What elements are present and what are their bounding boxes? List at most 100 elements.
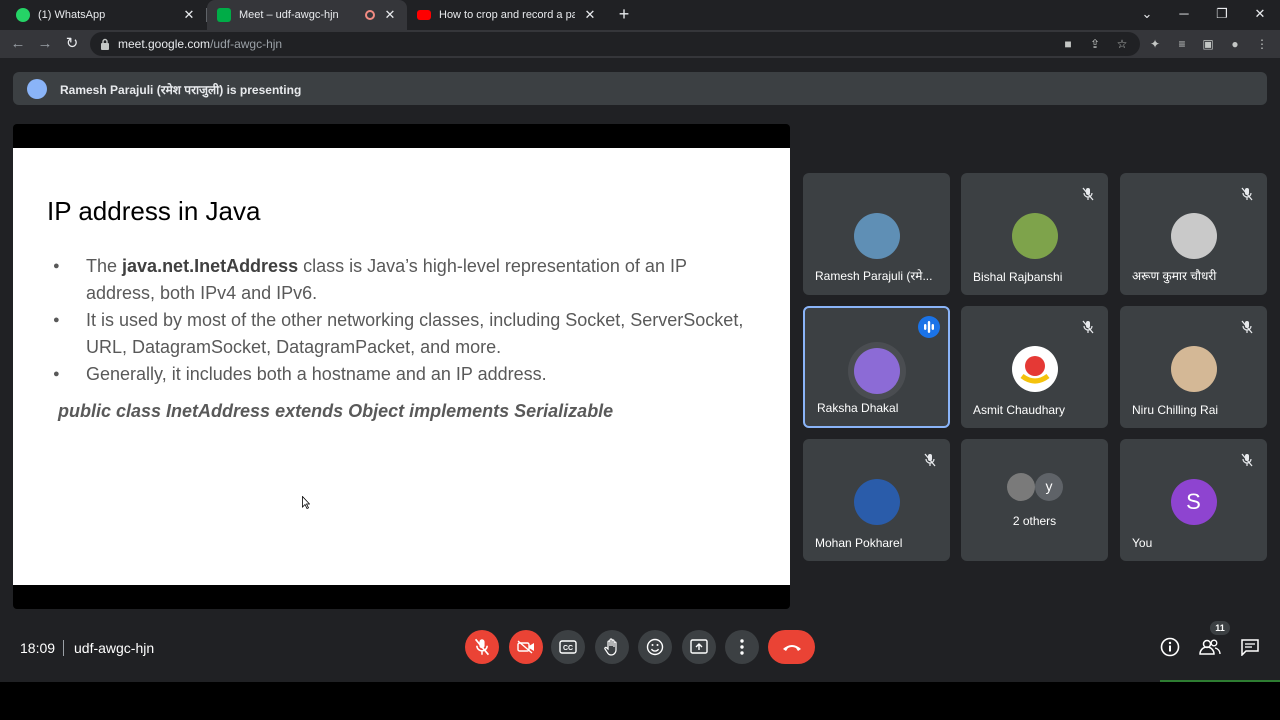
new-tab-button[interactable]: + [614, 4, 634, 24]
side-panel-icon[interactable]: ▣ [1200, 36, 1216, 52]
participant-tile[interactable]: अरूण कुमार चौधरी [1120, 173, 1267, 295]
chat-button[interactable] [1239, 636, 1261, 658]
participant-name: Asmit Chaudhary [973, 403, 1066, 417]
captions-icon: CC [559, 640, 577, 654]
slide-bullets: The java.net.InetAddress class is Java’s… [53, 253, 753, 388]
present-button[interactable] [682, 630, 716, 664]
mic-off-icon [474, 638, 490, 656]
menu-icon[interactable]: ⋮ [1254, 36, 1270, 52]
bullet-item: It is used by most of the other networki… [53, 307, 753, 361]
hang-up-icon [782, 645, 801, 651]
others-tile[interactable]: y 2 others [961, 439, 1108, 561]
participant-name: Ramesh Parajuli (रमे... [815, 269, 933, 283]
camera-off-icon [517, 640, 534, 654]
more-options-button[interactable] [725, 630, 759, 664]
tab-meet[interactable]: Meet – udf-awgc-hjn ✕ [207, 0, 407, 30]
self-tile[interactable]: S You [1120, 439, 1267, 561]
bullet-bold-text: java.net.InetAddress [122, 256, 299, 276]
tab-title: How to crop and record a partic [439, 9, 575, 21]
reload-button[interactable]: ↻ [62, 34, 82, 54]
bookmark-star-icon[interactable]: ☆ [1114, 36, 1130, 52]
leave-call-button[interactable] [768, 630, 815, 664]
url-host: meet.google.com [118, 37, 211, 51]
divider [63, 640, 64, 656]
chat-icon [1241, 639, 1259, 656]
lock-icon [101, 38, 109, 50]
whatsapp-icon [16, 8, 30, 22]
mic-off-icon [1241, 320, 1253, 334]
participant-name: Niru Chilling Rai [1132, 403, 1219, 417]
participant-tile[interactable]: Bishal Rajbanshi [961, 173, 1108, 295]
presenting-text: Ramesh Parajuli (रमेश पराजुली) is presen… [60, 83, 302, 97]
tab-youtube[interactable]: How to crop and record a partic ✕ [407, 0, 607, 30]
tab-strip: (1) WhatsApp ✕ Meet – udf-awgc-hjn ✕ How… [0, 0, 1280, 30]
tab-whatsapp[interactable]: (1) WhatsApp ✕ [6, 0, 206, 30]
participant-tile[interactable]: Mohan Pokharel [803, 439, 950, 561]
mic-toggle-button[interactable] [465, 630, 499, 664]
bullet-item: The java.net.InetAddress class is Java’s… [53, 253, 753, 307]
avatar [853, 348, 900, 394]
avatar [1011, 346, 1058, 392]
mic-off-icon [1082, 320, 1094, 334]
avatar [1170, 213, 1217, 259]
present-screen-icon [690, 639, 708, 654]
profile-icon[interactable]: ● [1227, 36, 1243, 52]
participant-tile[interactable]: Raksha Dhakal [803, 306, 950, 428]
close-window-button[interactable]: ✕ [1250, 4, 1270, 24]
avatar [1170, 346, 1217, 392]
url-path: /udf-awgc-hjn [210, 37, 283, 51]
slide: IP address in Java The java.net.InetAddr… [13, 148, 790, 585]
mic-off-icon [924, 453, 936, 467]
people-icon [1199, 639, 1221, 655]
tab-search-icon[interactable]: ⌄ [1137, 4, 1157, 24]
participant-name: You [1132, 536, 1153, 550]
meet-icon [217, 8, 231, 22]
avatar [1011, 213, 1058, 259]
people-button[interactable] [1199, 636, 1221, 658]
youtube-icon [417, 10, 431, 20]
emoji-icon [646, 638, 664, 656]
browser-toolbar: ← → ↻ meet.google.com/udf-awgc-hjn ■ ⇪ ☆… [0, 30, 1280, 58]
maximize-button[interactable]: ❐ [1212, 4, 1232, 24]
mic-off-icon [1241, 453, 1253, 467]
tab-title: Meet – udf-awgc-hjn [239, 9, 339, 21]
participant-name: Raksha Dhakal [817, 401, 899, 415]
participant-tile[interactable]: Asmit Chaudhary [961, 306, 1108, 428]
share-icon[interactable]: ⇪ [1087, 36, 1103, 52]
mic-off-icon [1082, 187, 1094, 201]
svg-text:CC: CC [563, 645, 573, 652]
forward-button[interactable]: → [35, 34, 55, 54]
raise-hand-button[interactable] [595, 630, 629, 664]
participant-name: Bishal Rajbanshi [973, 270, 1063, 284]
close-icon[interactable]: ✕ [182, 7, 196, 23]
people-count-badge: 11 [1210, 621, 1230, 635]
media-control-icon[interactable]: ≡ [1174, 36, 1190, 52]
address-bar[interactable]: meet.google.com/udf-awgc-hjn [90, 32, 1140, 56]
close-icon[interactable]: ✕ [383, 7, 397, 23]
info-icon [1160, 637, 1180, 657]
letterbox-bottom [0, 682, 1280, 720]
meeting-controls: 18:09 udf-awgc-hjn CC [0, 620, 1280, 682]
meeting-details-button[interactable] [1159, 636, 1181, 658]
extensions-icon[interactable]: ✦ [1147, 36, 1163, 52]
participant-tile[interactable]: Ramesh Parajuli (रमे... [803, 173, 950, 295]
url-text: meet.google.com/udf-awgc-hjn [118, 37, 282, 51]
camera-toggle-button[interactable] [509, 630, 543, 664]
presentation-stage: IP address in Java The java.net.InetAddr… [13, 124, 790, 609]
avatar [1007, 473, 1035, 501]
slide-title: IP address in Java [47, 196, 261, 226]
hand-icon [604, 638, 617, 656]
participant-tile[interactable]: Niru Chilling Rai [1120, 306, 1267, 428]
recording-icon [365, 10, 375, 20]
class-signature: public class InetAddress extends Object … [58, 401, 614, 421]
captions-button[interactable]: CC [551, 630, 585, 664]
minimize-button[interactable]: ─ [1174, 4, 1194, 24]
close-icon[interactable]: ✕ [583, 7, 597, 23]
screen: (1) WhatsApp ✕ Meet – udf-awgc-hjn ✕ How… [0, 0, 1280, 720]
avatar-letter: S [1170, 479, 1217, 525]
camera-icon[interactable]: ■ [1060, 36, 1076, 52]
reactions-button[interactable] [638, 630, 672, 664]
back-button[interactable]: ← [8, 34, 28, 54]
presenting-banner: Ramesh Parajuli (रमेश पराजुली) is presen… [13, 72, 1267, 105]
avatar [853, 479, 900, 525]
